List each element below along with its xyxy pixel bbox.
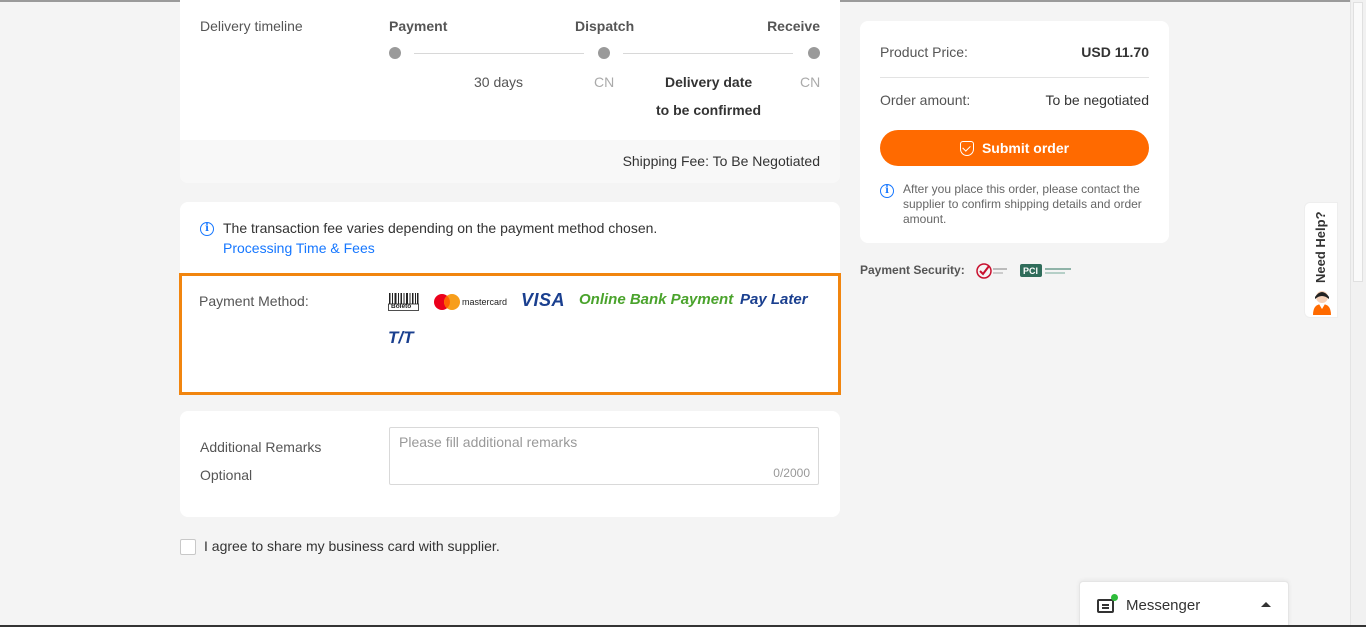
delivery-timeline-card: Delivery timeline Payment Dispatch Recei… [180,0,840,183]
visa-icon[interactable]: VISA [521,290,565,311]
messenger-label: Messenger [1126,597,1201,614]
delivery-date-line1: Delivery date [665,74,753,90]
fee-notice: The transaction fee varies depending on … [223,220,658,236]
remarks-label: Additional Remarks Optional [200,433,321,489]
order-amount-label: Order amount: [880,92,971,108]
shield-check-icon [959,141,974,156]
delivery-date-line2: to be confirmed [656,102,762,118]
support-agent-avatar-icon [1313,291,1331,315]
payment-card: i The transaction fee varies depending o… [179,202,841,395]
step-receive-title: Receive [767,18,820,34]
order-amount-value: To be negotiated [1045,92,1149,108]
payment-method-section: Payment Method: Boleto mastercard VISA O… [179,273,841,395]
step-payment-dot [389,47,401,59]
agree-text: I agree to share my business card with s… [204,538,500,554]
remarks-label-line2: Optional [200,467,253,483]
payment-method-label: Payment Method: [199,293,309,309]
step-dispatch-title: Dispatch [575,18,635,34]
info-icon: i [880,184,894,198]
origin-cn-2: CN [800,74,821,90]
caret-up-icon[interactable] [1261,602,1271,607]
need-help-label: Need Help? [1313,211,1328,283]
boleto-text: Boleto [391,303,412,310]
messenger-widget[interactable]: Messenger [1079,581,1289,627]
summary-divider [880,77,1149,78]
pci-dss-icon: PCI [1020,263,1074,279]
online-status-dot [1111,594,1118,601]
online-bank-payment-icon[interactable]: Online Bank Payment [579,291,733,308]
order-note: After you place this order, please conta… [903,182,1142,226]
info-icon: i [200,222,214,236]
pay-later-icon[interactable]: Pay Later [740,291,808,308]
remarks-placeholder: Please fill additional remarks [399,434,578,450]
remarks-input[interactable]: Please fill additional remarks 0/2000 [389,427,819,485]
timeline-line-2 [623,53,793,54]
step-dispatch-dot [598,47,610,59]
step-payment-title: Payment [389,18,448,34]
submit-order-button[interactable]: Submit order [880,130,1149,166]
origin-cn-1: CN [594,74,615,90]
need-help-tab[interactable]: Need Help? [1304,202,1338,318]
boleto-icon[interactable]: Boleto [388,293,420,311]
duration-text: 30 days [474,74,524,90]
delivery-timeline-label: Delivery timeline [200,18,303,34]
secure-checkmark-icon [976,262,1008,280]
product-price-label: Product Price: [880,44,968,60]
tt-icon[interactable]: T/T [388,328,414,348]
shipping-fee-row: Shipping Fee: To Be Negotiated [180,140,840,183]
submit-order-label: Submit order [981,140,1070,156]
remarks-counter: 0/2000 [773,466,810,480]
chat-icon [1097,599,1114,613]
payment-security-label: Payment Security: [860,263,965,277]
mastercard-icon[interactable]: mastercard [433,293,509,311]
mastercard-text: mastercard [462,297,508,307]
processing-fees-link[interactable]: Processing Time & Fees [223,240,375,256]
step-receive-dot [808,47,820,59]
agree-checkbox[interactable] [180,539,196,555]
scrollbar-thumb[interactable] [1353,2,1363,282]
shipping-fee-text: Shipping Fee: To Be Negotiated [622,153,820,169]
remarks-label-line1: Additional Remarks [200,439,322,455]
product-price-value: USD 11.70 [1081,44,1149,60]
order-summary-card: Product Price: USD 11.70 Order amount: T… [860,21,1169,243]
timeline-line-1 [414,53,584,54]
remarks-card: Additional Remarks Optional Please fill … [180,411,840,517]
svg-text:PCI: PCI [1023,266,1038,276]
scrollbar[interactable] [1350,0,1366,627]
